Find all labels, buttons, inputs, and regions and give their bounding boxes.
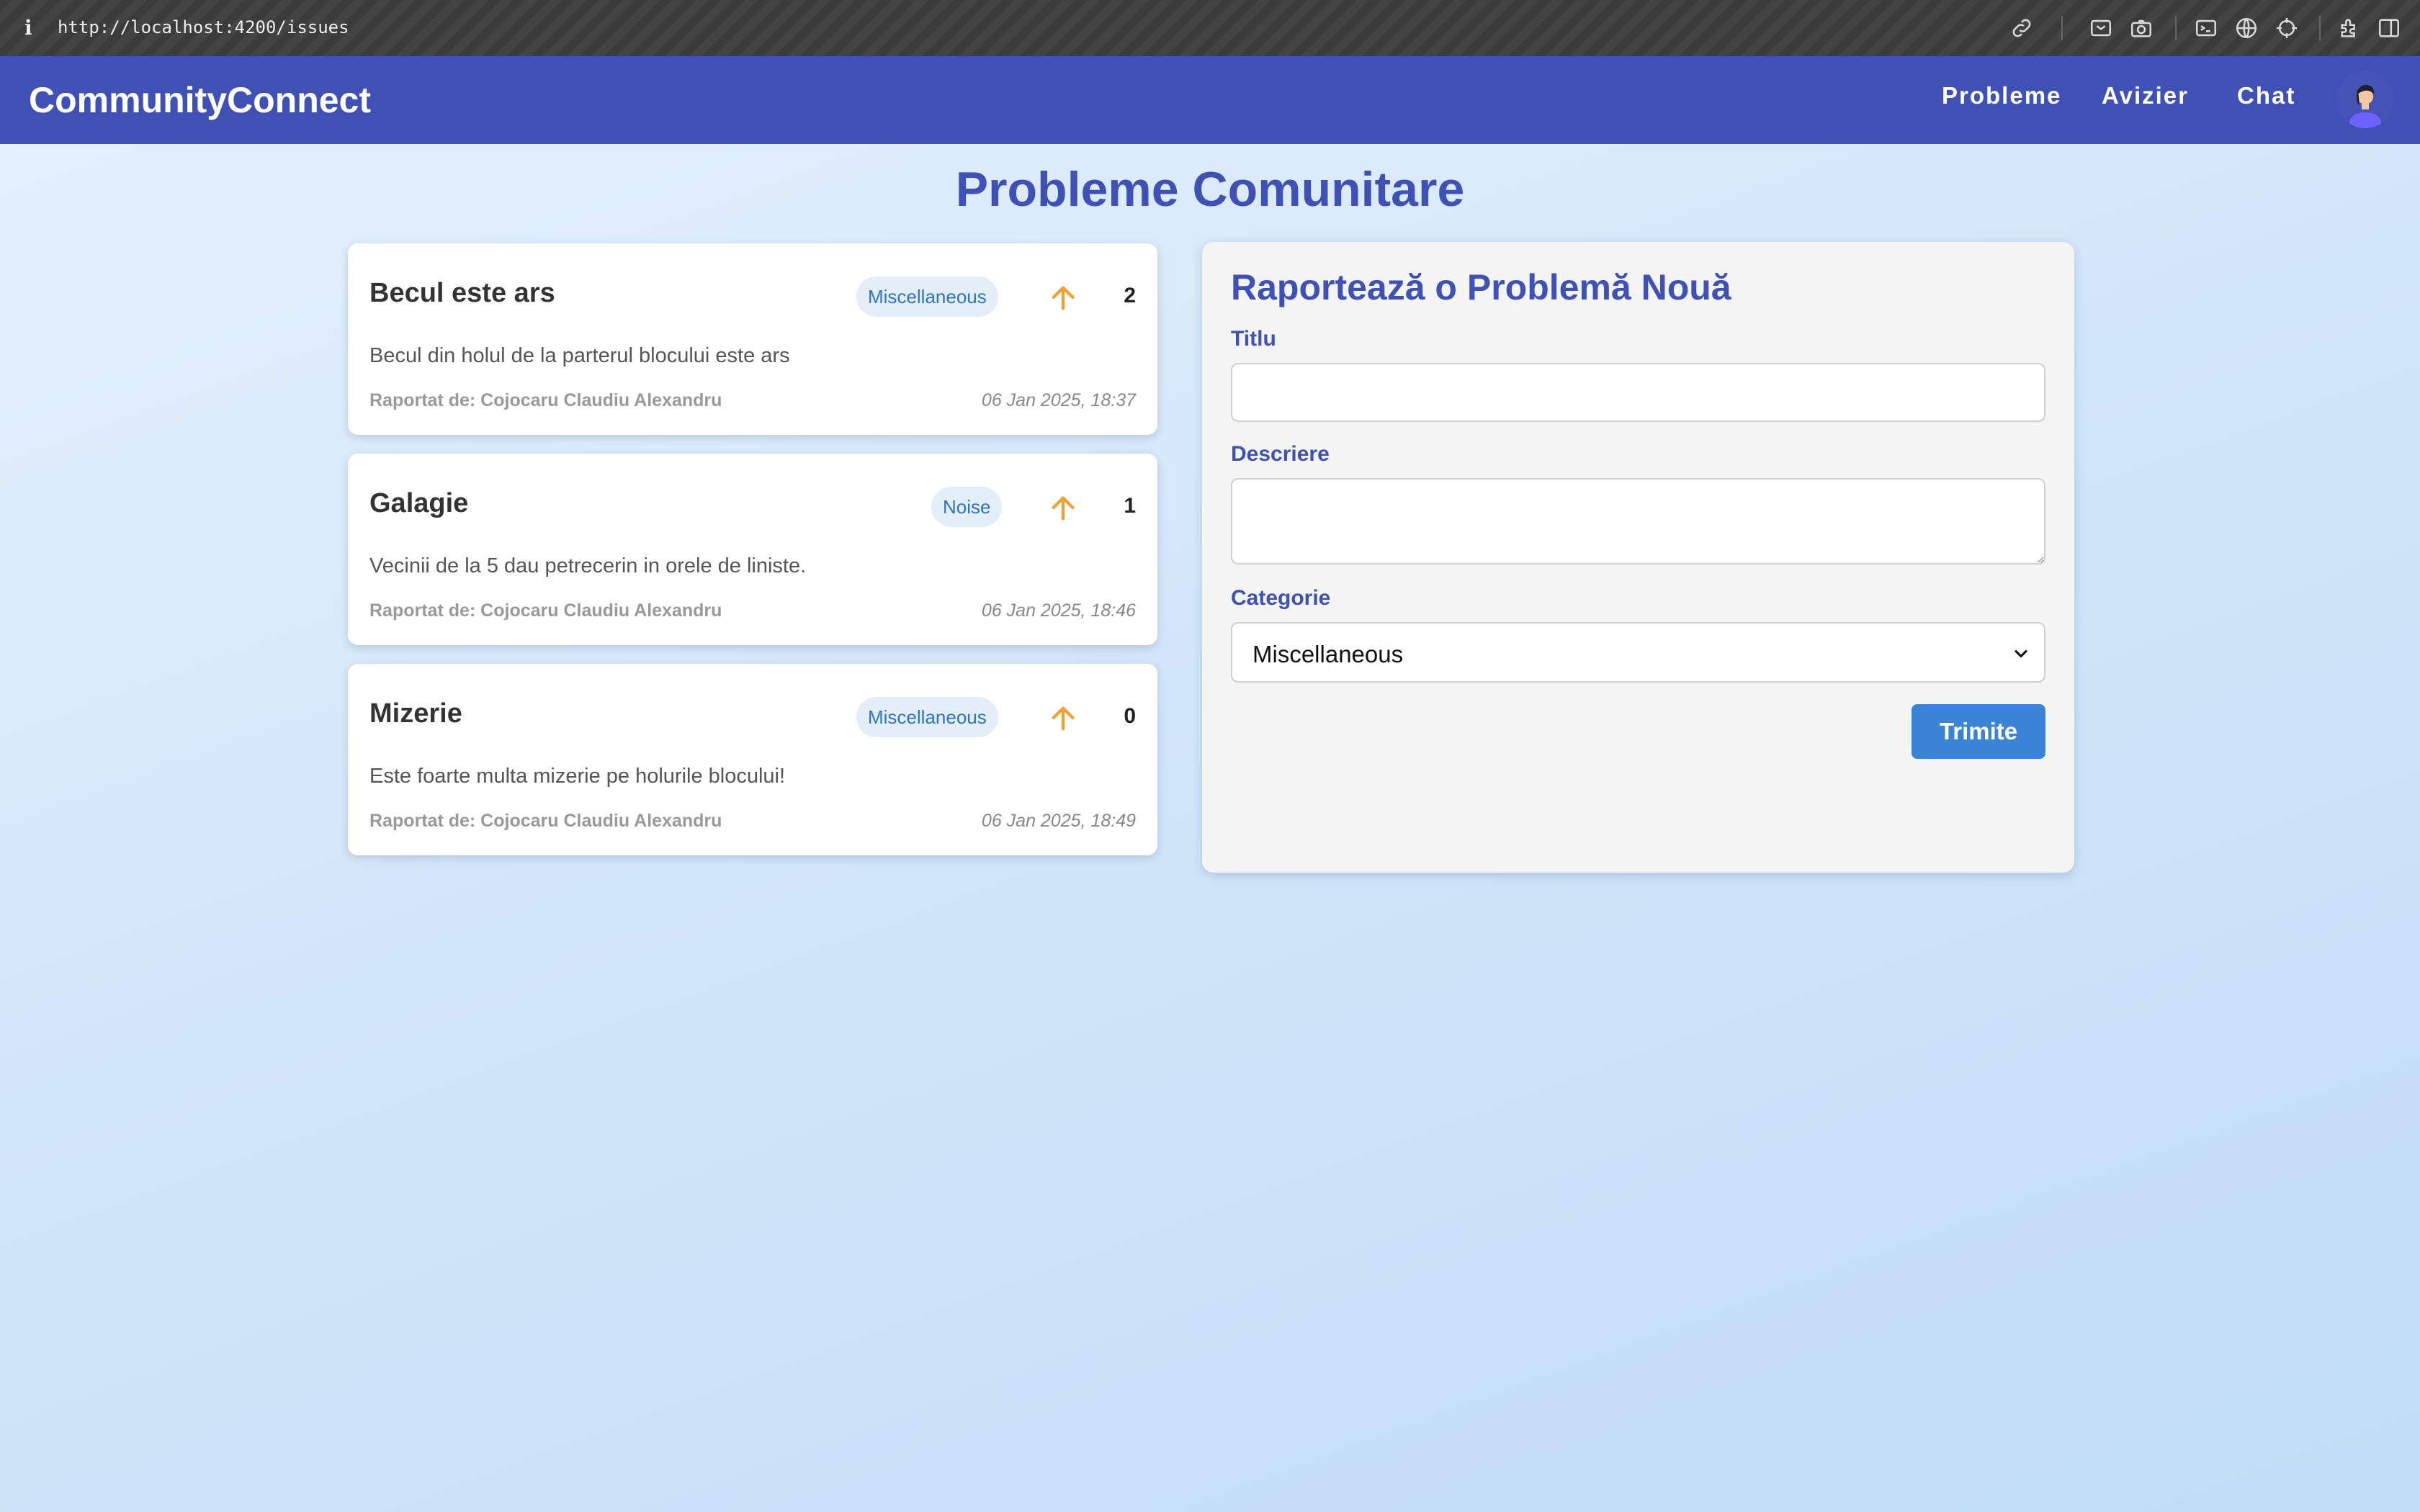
issue-card[interactable]: Galagie Noise 1 Vecinii de la 5 dau petr… [348, 454, 1157, 645]
title-field-label: Titlu [1231, 327, 1276, 351]
issue-card[interactable]: Mizerie Miscellaneous 0 Este foarte mult… [348, 664, 1157, 855]
site-info-icon[interactable]: i [24, 16, 32, 40]
terminal-icon[interactable] [2194, 16, 2218, 40]
issue-date: 06 Jan 2025, 18:49 [981, 811, 1136, 831]
issue-description: Este foarte multa mizerie pe holurile bl… [369, 765, 786, 788]
issue-author: Raportat de: Cojocaru Claudiu Alexandru [369, 811, 722, 831]
upvote-arrow-icon[interactable] [1047, 701, 1080, 734]
upvote-arrow-icon[interactable] [1047, 491, 1080, 524]
category-badge: Miscellaneous [856, 276, 998, 317]
toolbar-divider [2175, 16, 2177, 40]
category-badge: Noise [931, 487, 1003, 527]
title-input[interactable] [1231, 363, 2045, 422]
vote-count: 0 [1124, 704, 1136, 728]
vote-count: 2 [1124, 284, 1136, 307]
submit-button[interactable]: Trimite [1912, 704, 2045, 759]
issue-description: Vecinii de la 5 dau petrecerin in orele … [369, 554, 807, 577]
issue-author: Raportat de: Cojocaru Claudiu Alexandru [369, 390, 722, 410]
crosshair-icon[interactable] [2275, 16, 2299, 40]
category-badge: Miscellaneous [856, 697, 998, 737]
nav-link-probleme[interactable]: Probleme [1942, 82, 2061, 109]
screenshot-area-icon[interactable] [2089, 16, 2113, 40]
toolbar-divider [2319, 16, 2321, 40]
chevron-down-icon [2011, 644, 2031, 664]
address-bar-url[interactable]: http://localhost:4200/issues [58, 17, 349, 37]
brand-logo[interactable]: CommunityConnect [29, 79, 371, 121]
user-avatar-icon [2336, 71, 2394, 128]
category-field-label: Categorie [1231, 586, 1331, 610]
category-select-value: Miscellaneous [1252, 641, 1404, 667]
app-header: CommunityConnect Probleme Avizier Chat [0, 56, 2420, 144]
nav-link-avizier[interactable]: Avizier [2102, 82, 2189, 109]
issue-title: Mizerie [369, 698, 462, 729]
category-select[interactable]: Miscellaneous [1231, 622, 2045, 683]
new-issue-form: Raportează o Problemă Nouă Titlu Descrie… [1202, 242, 2074, 873]
issue-card[interactable]: Becul este ars Miscellaneous 2 Becul din… [348, 243, 1157, 435]
camera-icon[interactable] [2129, 16, 2154, 40]
extensions-icon[interactable] [2338, 16, 2362, 40]
user-avatar[interactable] [2336, 71, 2394, 128]
upvote-arrow-icon[interactable] [1047, 281, 1080, 314]
sidebar-icon[interactable] [2377, 16, 2401, 40]
description-field-label: Descriere [1231, 442, 1330, 466]
link-icon[interactable] [2009, 16, 2034, 40]
form-title: Raportează o Problemă Nouă [1231, 267, 1731, 307]
issue-title: Galagie [369, 488, 469, 518]
page-title: Probleme Comunitare [955, 162, 1465, 217]
description-textarea[interactable] [1231, 478, 2045, 564]
issue-date: 06 Jan 2025, 18:37 [981, 390, 1136, 410]
issue-description: Becul din holul de la parterul blocului … [369, 344, 790, 367]
vote-count: 1 [1124, 494, 1136, 518]
issue-author: Raportat de: Cojocaru Claudiu Alexandru [369, 600, 722, 621]
issue-date: 06 Jan 2025, 18:46 [981, 600, 1136, 621]
browser-toolbar: i http://localhost:4200/issues [0, 0, 2420, 56]
issue-title: Becul este ars [369, 278, 555, 308]
nav-link-chat[interactable]: Chat [2237, 82, 2295, 109]
globe-icon[interactable] [2234, 16, 2259, 40]
toolbar-divider [2061, 16, 2063, 40]
